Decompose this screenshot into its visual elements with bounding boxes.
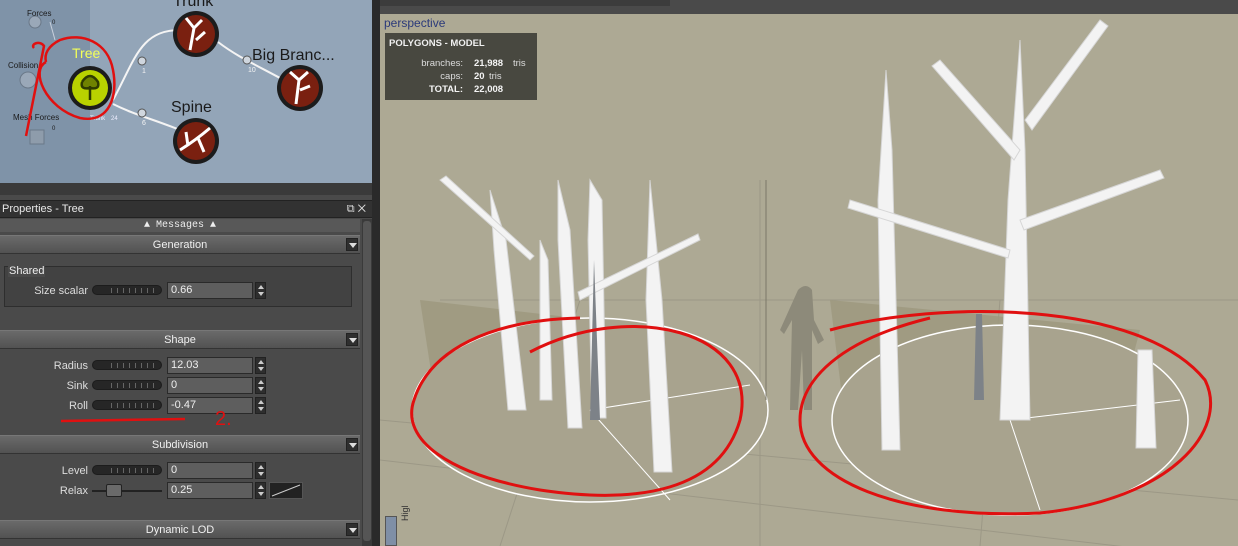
chevron-up-icon: ▲	[143, 220, 156, 231]
section-subdivision[interactable]: Subdivision	[0, 435, 360, 454]
level-slider[interactable]	[92, 465, 162, 475]
stats-branches-label: branches:	[421, 58, 463, 69]
scrollbar-thumb[interactable]	[363, 221, 371, 541]
app-window: Forces 0 Collision Mesh Forces 0 Tree Tr…	[0, 0, 1238, 546]
node-label-tree: Tree	[72, 45, 100, 61]
level-spinner[interactable]	[255, 462, 266, 479]
polygon-stats-overlay: POLYGONS - MODEL branches: 21,988 tris c…	[385, 33, 537, 100]
edge-tree-trunk	[112, 29, 181, 101]
stats-caps-value: 20	[474, 71, 485, 82]
node-label-collision: Collision	[8, 61, 38, 70]
viewport-toolbar	[380, 0, 1238, 14]
node-count-tree: 24	[111, 116, 118, 122]
node-count-mesh-forces: 0	[52, 126, 56, 132]
edge-handle	[242, 55, 252, 65]
section-generation[interactable]: Generation	[0, 235, 360, 254]
stats-branches-value: 21,988	[474, 58, 504, 69]
collision-icon	[19, 71, 37, 89]
radius-slider[interactable]	[92, 360, 162, 370]
lod-indicator[interactable]: Higl	[385, 505, 410, 546]
node-graph[interactable]: Forces 0 Collision Mesh Forces 0 Tree Tr…	[0, 0, 372, 183]
node-graph-canvas: Forces 0 Collision Mesh Forces 0 Tree Tr…	[8, 0, 335, 164]
messages-label: Messages	[155, 220, 204, 231]
annotation-number-2: 2.	[215, 408, 232, 430]
float-icon[interactable]: ⧉	[347, 203, 355, 215]
lod-indicator-label: Higl	[400, 505, 410, 521]
relax-input[interactable]: 0.25	[167, 482, 253, 499]
radius-spinner[interactable]	[255, 357, 266, 374]
section-dynamic-lod-label: Dynamic LOD	[145, 524, 215, 536]
panel-splitter[interactable]	[372, 0, 380, 546]
chevron-down-icon[interactable]	[346, 438, 358, 451]
close-icon[interactable]: ✕	[358, 203, 366, 215]
stats-caps-unit: tris	[489, 71, 502, 82]
panel-gap	[0, 183, 372, 195]
sink-label: Sink	[66, 380, 88, 392]
relax-slider-handle[interactable]	[106, 484, 122, 497]
sink-slider[interactable]	[92, 380, 162, 390]
section-generation-label: Generation	[152, 239, 208, 251]
properties-scrollbar[interactable]	[362, 219, 372, 546]
node-label-mesh-forces: Mesh Forces	[13, 113, 59, 122]
size-scalar-spinner[interactable]	[255, 282, 266, 299]
relax-spinner[interactable]	[255, 482, 266, 499]
3d-viewport[interactable]: perspective POLYGONS - MODEL branches: 2…	[380, 0, 1238, 546]
edge-count: 6	[142, 120, 146, 127]
radius-label: Radius	[53, 360, 88, 372]
section-subdivision-label: Subdivision	[151, 439, 209, 451]
sink-input[interactable]: 0	[167, 377, 253, 394]
node-count-forces: 0	[52, 20, 56, 26]
node-label-big-branch: Big Branc...	[252, 47, 335, 64]
size-scalar-input[interactable]: 0.66	[167, 282, 253, 299]
scale-person	[780, 286, 824, 410]
stats-caps-label: caps:	[440, 71, 463, 82]
stats-total-label: TOTAL:	[429, 84, 463, 95]
level-label: Level	[61, 465, 88, 477]
relax-slider-track[interactable]	[92, 490, 162, 492]
mesh-forces-icon	[29, 129, 45, 145]
edge-handle	[137, 108, 147, 118]
properties-panel: Properties - Tree ⧉ ✕ ▲ Messages ▲ Gener…	[0, 183, 372, 546]
size-scalar-label: Size scalar	[34, 285, 88, 297]
annotation-number-1	[24, 41, 46, 137]
edge-count: 10	[248, 67, 256, 74]
node-label-spine: Spine	[171, 99, 212, 116]
node-label-trunk: Trunk	[173, 0, 214, 10]
stats-total-value: 22,008	[474, 84, 504, 95]
properties-title: Properties - Tree	[2, 203, 84, 215]
edge-tree-spine	[112, 103, 181, 131]
radius-input[interactable]: 12.03	[167, 357, 253, 374]
chevron-up-icon: ▲	[210, 220, 217, 231]
node-label-forces: Forces	[27, 9, 51, 18]
shared-group-label: Shared	[8, 265, 46, 277]
chevron-down-icon[interactable]	[346, 523, 358, 536]
size-scalar-slider[interactable]	[92, 285, 162, 295]
chevron-down-icon[interactable]	[346, 238, 358, 251]
stats-branches-unit: tris	[513, 58, 526, 69]
edge-handle	[137, 56, 147, 66]
section-shape[interactable]: Shape	[0, 330, 360, 349]
annotation-underline	[60, 417, 186, 423]
viewport-tab[interactable]	[380, 0, 670, 6]
section-dynamic-lod[interactable]: Dynamic LOD	[0, 520, 360, 539]
stats-header: POLYGONS - MODEL	[389, 38, 485, 49]
curve-icon	[271, 484, 301, 497]
viewport-camera-label[interactable]: perspective	[384, 16, 445, 30]
annotation-overlay: 2.	[60, 408, 232, 430]
edge-count: 1	[142, 68, 146, 75]
messages-bar[interactable]: ▲ Messages ▲	[0, 219, 360, 232]
panel-window-controls[interactable]: ⧉ ✕	[347, 203, 366, 216]
sink-spinner[interactable]	[255, 377, 266, 394]
relax-curve-button[interactable]	[269, 482, 303, 499]
chevron-down-icon[interactable]	[346, 333, 358, 346]
section-shape-label: Shape	[164, 334, 196, 346]
relax-label: Relax	[59, 485, 88, 497]
level-input[interactable]: 0	[167, 462, 253, 479]
properties-header: Properties - Tree ⧉ ✕	[0, 200, 372, 218]
